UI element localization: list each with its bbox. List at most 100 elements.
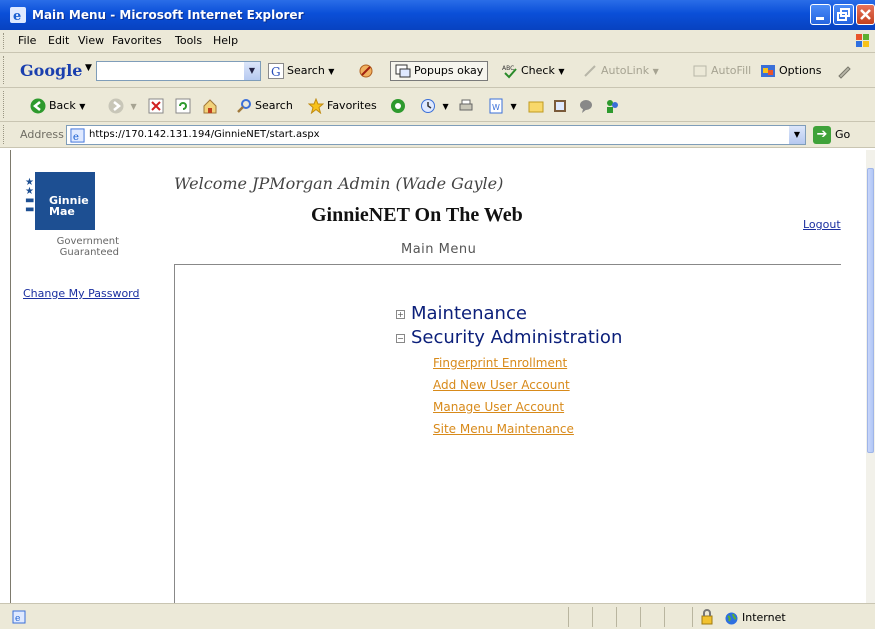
toolbar-grip[interactable]: [3, 33, 6, 49]
address-dropdown-icon[interactable]: ▼: [789, 126, 805, 144]
edit-word-button[interactable]: W ▼: [488, 97, 517, 115]
security-submenu: Fingerprint Enrollment Add New User Acco…: [396, 353, 622, 441]
welcome-message: Welcome JPMorgan Admin (Wade Gayle): [174, 174, 504, 193]
media-button[interactable]: [390, 97, 409, 115]
research-book-icon: [554, 100, 566, 112]
collapse-minus-icon[interactable]: −: [396, 333, 405, 343]
google-g-icon: G: [268, 63, 284, 79]
security-zone: Internet: [725, 611, 786, 625]
search-button[interactable]: Search: [236, 97, 293, 115]
globe-icon: [725, 612, 738, 624]
maximize-button[interactable]: [833, 4, 854, 25]
refresh-button[interactable]: [175, 97, 194, 115]
svg-text:e: e: [73, 131, 79, 143]
go-arrow-icon[interactable]: ➔: [813, 126, 831, 144]
menu-tools[interactable]: Tools: [175, 34, 202, 47]
popup-window-icon: [395, 64, 411, 78]
google-logo[interactable]: Google: [20, 61, 82, 80]
google-search-label: Search: [287, 64, 325, 77]
print-button[interactable]: [458, 97, 477, 115]
logo-tagline: Government Guaranteed: [39, 236, 119, 258]
popups-label: Popups okay: [414, 64, 484, 77]
google-menu-dropdown-icon[interactable]: ▼: [85, 63, 92, 73]
fingerprint-enrollment-link[interactable]: Fingerprint Enrollment: [433, 353, 622, 375]
toolbar-grip[interactable]: [3, 56, 6, 84]
search-label: Search: [255, 99, 293, 112]
svg-text:e: e: [13, 9, 21, 23]
home-button[interactable]: [202, 97, 221, 115]
menu-edit[interactable]: Edit: [48, 34, 69, 47]
menu-file[interactable]: File: [18, 34, 36, 47]
stop-icon: [148, 98, 164, 114]
messenger-contacts-button[interactable]: [604, 97, 623, 115]
search-icon: [237, 99, 251, 113]
minimize-icon: [816, 17, 824, 20]
menu-help[interactable]: Help: [213, 34, 238, 47]
google-search-dropdown-icon[interactable]: ▼: [244, 62, 260, 80]
research-button[interactable]: [552, 97, 571, 115]
tree-node-security-label[interactable]: Security Administration: [411, 327, 622, 348]
favorites-button[interactable]: Favorites: [308, 97, 377, 115]
highlight-button[interactable]: [836, 62, 855, 80]
status-segment: [616, 607, 617, 627]
history-button[interactable]: ▼: [420, 97, 449, 115]
lock-icon: [701, 609, 713, 625]
close-icon: [860, 9, 871, 20]
refresh-icon: [175, 98, 191, 114]
tree-node-maintenance-label[interactable]: Maintenance: [411, 303, 527, 324]
tagline-line2: Guaranteed: [59, 247, 119, 258]
autofill-button[interactable]: AutoFill: [692, 62, 751, 80]
status-segment: [568, 607, 569, 627]
stop-button[interactable]: [148, 97, 167, 115]
svg-text:e: e: [15, 614, 20, 624]
expand-plus-icon[interactable]: +: [396, 309, 405, 319]
restore-icon: [837, 8, 850, 21]
options-icon: [761, 65, 775, 77]
scrollbar-thumb[interactable]: [867, 168, 874, 453]
autolink-button[interactable]: AutoLink ▼: [582, 62, 659, 80]
folder-icon: [528, 101, 544, 113]
menu-tree: + Maintenance − Security Administration Fi…: [396, 303, 622, 441]
svg-text:W: W: [492, 103, 500, 112]
google-toolbar: Google ▼ ▼ G Search ▼ Popups okay ABC Chec…: [0, 53, 875, 88]
tree-node-maintenance[interactable]: + Maintenance: [396, 303, 622, 327]
forward-button[interactable]: ▼: [108, 97, 137, 115]
site-menu-maintenance-link[interactable]: Site Menu Maintenance: [433, 419, 622, 441]
history-icon: [421, 99, 435, 113]
page-subtitle: Main Menu: [401, 242, 477, 257]
address-url[interactable]: https://170.142.131.194/GinnieNET/start.…: [89, 129, 320, 140]
logout-link[interactable]: Logout: [803, 218, 841, 231]
logo-stars-icon: ★ ★ ▬ ▬: [25, 177, 35, 215]
menu-favorites[interactable]: Favorites: [112, 34, 162, 47]
tree-node-security-administration[interactable]: − Security Administration: [396, 327, 622, 351]
home-icon: [203, 99, 217, 114]
google-search-input[interactable]: ▼: [96, 61, 261, 81]
status-segment: [592, 607, 593, 627]
windows-flag-icon: [856, 34, 869, 47]
options-button[interactable]: Options: [760, 62, 821, 80]
menu-view[interactable]: View: [78, 34, 104, 47]
messenger-button[interactable]: [578, 97, 597, 115]
manage-user-account-link[interactable]: Manage User Account: [433, 397, 622, 419]
svg-text:G: G: [271, 65, 281, 79]
discuss-button[interactable]: [528, 97, 547, 115]
status-segment: [640, 607, 641, 627]
change-password-link[interactable]: Change My Password: [23, 287, 140, 300]
pagerank-button[interactable]: [358, 62, 377, 80]
security-zone-label: Internet: [742, 611, 786, 624]
minimize-button[interactable]: [810, 4, 831, 25]
add-new-user-account-link[interactable]: Add New User Account: [433, 375, 622, 397]
spell-check-button[interactable]: ABC Check ▼: [502, 62, 565, 80]
svg-text:ABC: ABC: [502, 65, 514, 72]
toolbar-grip[interactable]: [3, 125, 6, 144]
go-button[interactable]: Go: [835, 128, 850, 141]
spellcheck-icon: ABC: [502, 65, 517, 79]
close-button[interactable]: [856, 4, 875, 25]
messenger-people-icon: [607, 100, 618, 113]
popups-okay-button[interactable]: Popups okay: [390, 61, 489, 81]
address-input[interactable]: e https://170.142.131.194/GinnieNET/star…: [66, 125, 806, 145]
toolbar-grip[interactable]: [3, 91, 6, 118]
google-search-button[interactable]: G Search ▼: [268, 62, 334, 80]
back-button[interactable]: Back ▼: [30, 97, 85, 115]
vertical-scrollbar[interactable]: [866, 150, 875, 603]
